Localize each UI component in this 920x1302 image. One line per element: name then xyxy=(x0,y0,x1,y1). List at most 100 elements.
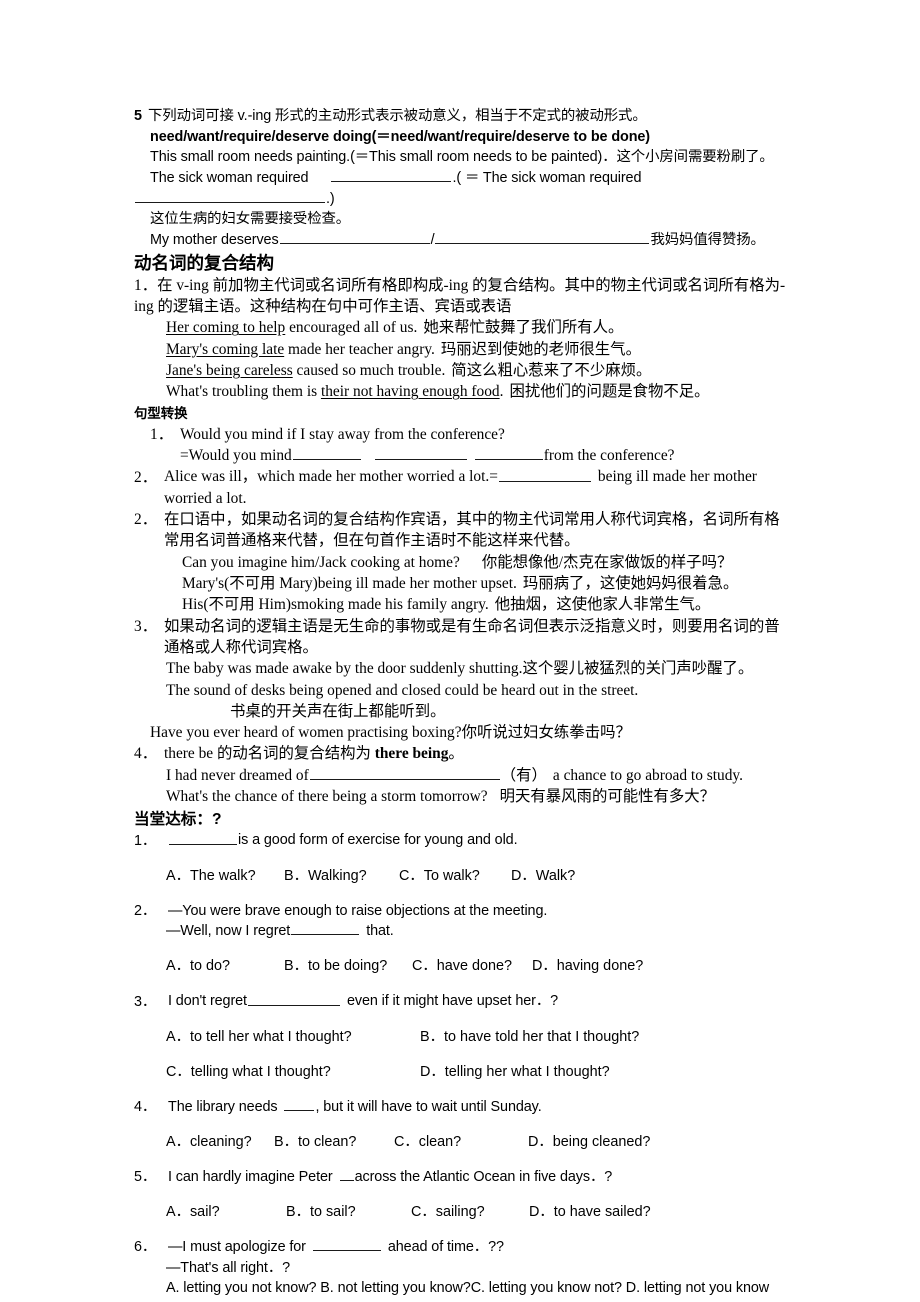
rule5-example-1-en: This small room needs painting.(＝This sm… xyxy=(150,149,617,166)
quiz-q1-option-a[interactable]: A．The walk? xyxy=(166,866,284,887)
rule5-exercise-1-part-b: .( ＝ The sick woman required xyxy=(452,170,642,187)
quiz-q5-option-d[interactable]: D．to have sailed? xyxy=(529,1202,651,1223)
point2-example-1-en: Can you imagine him/Jack cooking at home… xyxy=(182,553,460,571)
quiz-question-3-options-row-2: C．telling what I thought? D．telling her w… xyxy=(134,1062,786,1083)
transform-q1-blank-2[interactable] xyxy=(374,445,467,461)
quiz-question-5-stem-post: across the Atlantic Ocean in five days．? xyxy=(354,1169,613,1186)
quiz-q5-option-b[interactable]: B．to sail? xyxy=(286,1202,411,1223)
quiz-q2-option-b[interactable]: B．to be doing? xyxy=(284,956,412,977)
point2-example-3-cn: 他抽烟，这使他家人非常生气。 xyxy=(494,596,711,614)
rule5-exercise-2-blank-2[interactable] xyxy=(435,230,650,245)
quiz-q3-option-b[interactable]: B．to have told her that I thought? xyxy=(420,1027,639,1048)
quiz-question-4-stem-post: , but it will have to wait until Sunday. xyxy=(315,1098,542,1115)
rule5-exercise-1: The sick woman required .( ＝ The sick wom… xyxy=(134,168,786,189)
point2-example-1-cn: 你能想像他/杰克在家做饭的样子吗？ xyxy=(481,553,733,571)
transform-q2-blank[interactable] xyxy=(498,466,591,482)
rule5-exercise-1-blank-1[interactable] xyxy=(331,168,452,183)
quiz-q4-option-c[interactable]: C．clean? xyxy=(394,1132,528,1153)
compound-example-1-rest: encouraged all of us. xyxy=(285,319,418,337)
rule5-formula: need/want/require/deserve doing(＝need/wa… xyxy=(150,128,650,145)
quiz-q1-option-c[interactable]: C．To walk? xyxy=(399,866,511,887)
point2-example-1: Can you imagine him/Jack cooking at home… xyxy=(134,552,786,573)
quiz-q4-option-a[interactable]: A．cleaning? xyxy=(166,1132,274,1153)
quiz-heading: 当堂达标：? xyxy=(134,811,222,829)
compound-point-3-text: 如果动名词的逻辑主语是无生命的事物或是有生命名词但表示泛指意义时，则要用名词的普… xyxy=(164,617,780,656)
quiz-q2-option-c[interactable]: C．have done? xyxy=(412,956,532,977)
point2-example-2-en: Mary's(不可用 Mary)being ill made her mothe… xyxy=(182,575,517,593)
transform-q1-blank-1[interactable] xyxy=(292,445,361,461)
quiz-q3-option-d[interactable]: D．telling her what I thought? xyxy=(420,1062,610,1083)
transform-question-1-answer-post: from the conference? xyxy=(543,447,675,465)
quiz-q4-option-d[interactable]: D．being cleaned? xyxy=(528,1132,650,1153)
quiz-question-2-options: A．to do? B．to be doing? C．have done? D．havi… xyxy=(134,956,786,977)
compound-example-2: Mary's coming late made her teacher angr… xyxy=(134,339,786,360)
compound-point-2: 2． 在口语中，如果动名词的复合结构作宾语，其中的物主代词常用人称代词宾格，名词所… xyxy=(134,509,786,552)
quiz-q2-option-d[interactable]: D．having done? xyxy=(532,956,643,977)
rule5-exercise-1-part-a: The sick woman required xyxy=(150,170,309,187)
document-content: 5 下列动词可接 v.-ing 形式的主动形式表示被动意义，相当于不定式的被动形式… xyxy=(134,106,786,1299)
rule5-exercise-2-blank-1[interactable] xyxy=(279,230,430,245)
quiz-question-4-stem-pre: The library needs xyxy=(168,1098,278,1115)
document-page: 5 下列动词可接 v.-ing 形式的主动形式表示被动意义，相当于不定式的被动形式… xyxy=(0,0,920,1302)
compound-point-4-number: 4． xyxy=(134,745,158,763)
quiz-q6-blank[interactable] xyxy=(312,1237,381,1252)
point3-example-2: The sound of desks being opened and clos… xyxy=(166,681,639,699)
quiz-q5-option-c[interactable]: C．sailing? xyxy=(411,1202,529,1223)
compound-example-1: Her coming to help encouraged all of us.… xyxy=(134,317,786,338)
point4-example-1-pre: I had never dreamed of xyxy=(166,766,309,784)
compound-point-4-text-pre: there be 的动名词的复合结构为 xyxy=(164,745,375,763)
compound-example-1-cn: 她来帮忙鼓舞了我们所有人。 xyxy=(423,319,624,337)
point4-example-1-blank[interactable] xyxy=(309,765,500,780)
quiz-q1-blank[interactable] xyxy=(169,830,237,845)
rule5-exercise-1-blank-2[interactable] xyxy=(135,189,325,203)
transform-question-1-number: 1． xyxy=(150,425,174,443)
compound-example-2-cn: 玛丽迟到使她的老师很生气。 xyxy=(440,340,641,358)
quiz-q5-blank[interactable] xyxy=(339,1167,354,1182)
compound-point-1: 1．在 v-ing 前加物主代词或名词所有格即构成-ing 的复合结构。其中的物… xyxy=(134,275,786,318)
compound-example-4-tail: . xyxy=(499,383,504,401)
point2-example-3-en: His(不可用 Him)smoking made his family angr… xyxy=(182,596,489,614)
rule5-exercise-2-cn: 我妈妈值得赞扬。 xyxy=(650,232,765,249)
compound-point-3-number: 3． xyxy=(134,617,158,635)
quiz-question-5: 5． I can hardly imagine Peter across the A… xyxy=(134,1167,786,1188)
rule5-number: 5 xyxy=(134,108,142,124)
point4-example-1: I had never dreamed of （有） a chance to go … xyxy=(134,765,786,786)
quiz-q1-option-b[interactable]: B．Walking? xyxy=(284,866,399,887)
transform-q1-blank-3[interactable] xyxy=(474,445,543,461)
quiz-question-4-options: A．cleaning? B．to clean? C．clean? D．being cl… xyxy=(134,1132,786,1153)
quiz-q5-option-a[interactable]: A．sail? xyxy=(166,1202,286,1223)
quiz-q3-option-c[interactable]: C．telling what I thought? xyxy=(166,1062,420,1083)
quiz-question-3-options-row-1: A．to tell her what I thought? B．to have t… xyxy=(134,1027,786,1048)
point4-example-1-mid: （有） xyxy=(500,766,547,784)
point4-example-2: What's the chance of there being a storm… xyxy=(134,786,786,807)
rule5-exercise-1-part-c: .) xyxy=(326,190,335,207)
quiz-question-3-number: 3． xyxy=(134,993,157,1010)
point3-example-3-en: Have you ever heard of women practising … xyxy=(150,724,462,742)
compound-point-1-text: 在 v-ing 前加物主代词或名词所有格即构成-ing 的复合结构。其中的物主代… xyxy=(134,276,786,316)
compound-example-2-subject: Mary's coming late xyxy=(166,340,285,358)
quiz-question-1-number: 1． xyxy=(134,832,157,849)
point4-example-2-cn: 明天有暴风雨的可能性有多大？ xyxy=(499,788,716,806)
quiz-q2-option-a[interactable]: A．to do? xyxy=(166,956,284,977)
quiz-q4-option-b[interactable]: B．to clean? xyxy=(274,1132,394,1153)
point2-example-2-cn: 玛丽病了，这使她妈妈很着急。 xyxy=(522,575,739,593)
compound-example-3-cn: 简这么粗心惹来了不少麻烦。 xyxy=(451,362,652,380)
compound-example-1-subject: Her coming to help xyxy=(166,319,286,337)
quiz-q3-blank[interactable] xyxy=(247,991,340,1006)
rule5-exercise-1-line2: .) xyxy=(134,189,786,210)
quiz-question-5-options: A．sail? B．to sail? C．sailing? D．to have sai… xyxy=(134,1202,786,1223)
quiz-q2-blank[interactable] xyxy=(291,921,360,936)
quiz-q1-option-d[interactable]: D．Walk? xyxy=(511,866,575,887)
quiz-question-2-stem-post: that. xyxy=(366,923,394,940)
point3-example-3-cn: 你听说过妇女练拳击吗？ xyxy=(461,724,631,742)
quiz-question-2-stem-pre: —Well, now I regret xyxy=(166,923,291,940)
quiz-question-6-options[interactable]: A. letting you not know? B. not letting … xyxy=(134,1278,786,1299)
quiz-question-1-options: A．The walk? B．Walking? C．To walk? D．Walk? xyxy=(134,866,786,887)
compound-point-3: 3． 如果动名词的逻辑主语是无生命的事物或是有生命名词但表示泛指意义时，则要用名词… xyxy=(134,616,786,659)
transform-heading: 句型转换 xyxy=(134,405,188,421)
rule5-example-1-cn: 这个小房间需要粉刷了。 xyxy=(616,149,774,166)
point3-example-3: Have you ever heard of women practising … xyxy=(134,722,786,743)
quiz-question-6-reply: —That's all right．? xyxy=(166,1259,291,1276)
quiz-q4-blank[interactable] xyxy=(284,1097,315,1111)
quiz-q3-option-a[interactable]: A．to tell her what I thought? xyxy=(166,1027,420,1048)
